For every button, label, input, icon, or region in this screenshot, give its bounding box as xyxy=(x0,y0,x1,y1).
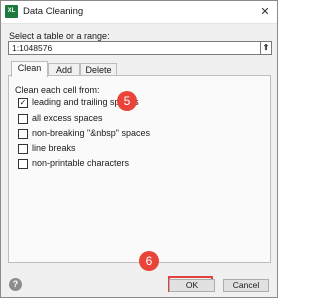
option-label: line breaks xyxy=(32,143,76,153)
checkbox[interactable] xyxy=(18,114,28,124)
range-picker-button[interactable]: ⇑ xyxy=(260,41,272,55)
step-5-badge: 5 xyxy=(117,91,137,111)
range-label: Select a table or a range: xyxy=(9,31,110,41)
ok-button[interactable]: OK xyxy=(169,279,215,292)
checkbox[interactable] xyxy=(18,129,28,139)
window-title: Data Cleaning xyxy=(23,6,84,17)
option-label: all excess spaces xyxy=(32,113,103,123)
clean-section-label: Clean each cell from: xyxy=(15,85,100,95)
title-bar: XL Data Cleaning ✕ xyxy=(1,1,277,24)
tab-clean[interactable]: Clean xyxy=(11,61,48,77)
range-input[interactable]: 1:1048576 xyxy=(8,41,261,55)
option-label: non-breaking "&nbsp" spaces xyxy=(32,128,150,138)
checkbox[interactable] xyxy=(18,144,28,154)
close-button[interactable]: ✕ xyxy=(257,4,273,20)
data-cleaning-dialog: XL Data Cleaning ✕ Select a table or a r… xyxy=(0,0,278,298)
help-icon[interactable]: ? xyxy=(9,278,22,291)
checkbox[interactable] xyxy=(18,159,28,169)
option-label: non-printable characters xyxy=(32,158,130,168)
cancel-button[interactable]: Cancel xyxy=(223,279,269,292)
step-6-badge: 6 xyxy=(139,251,159,271)
excel-app-icon: XL xyxy=(5,5,18,18)
range-input-value: 1:1048576 xyxy=(12,43,53,53)
checkbox[interactable]: ✓ xyxy=(18,98,28,108)
